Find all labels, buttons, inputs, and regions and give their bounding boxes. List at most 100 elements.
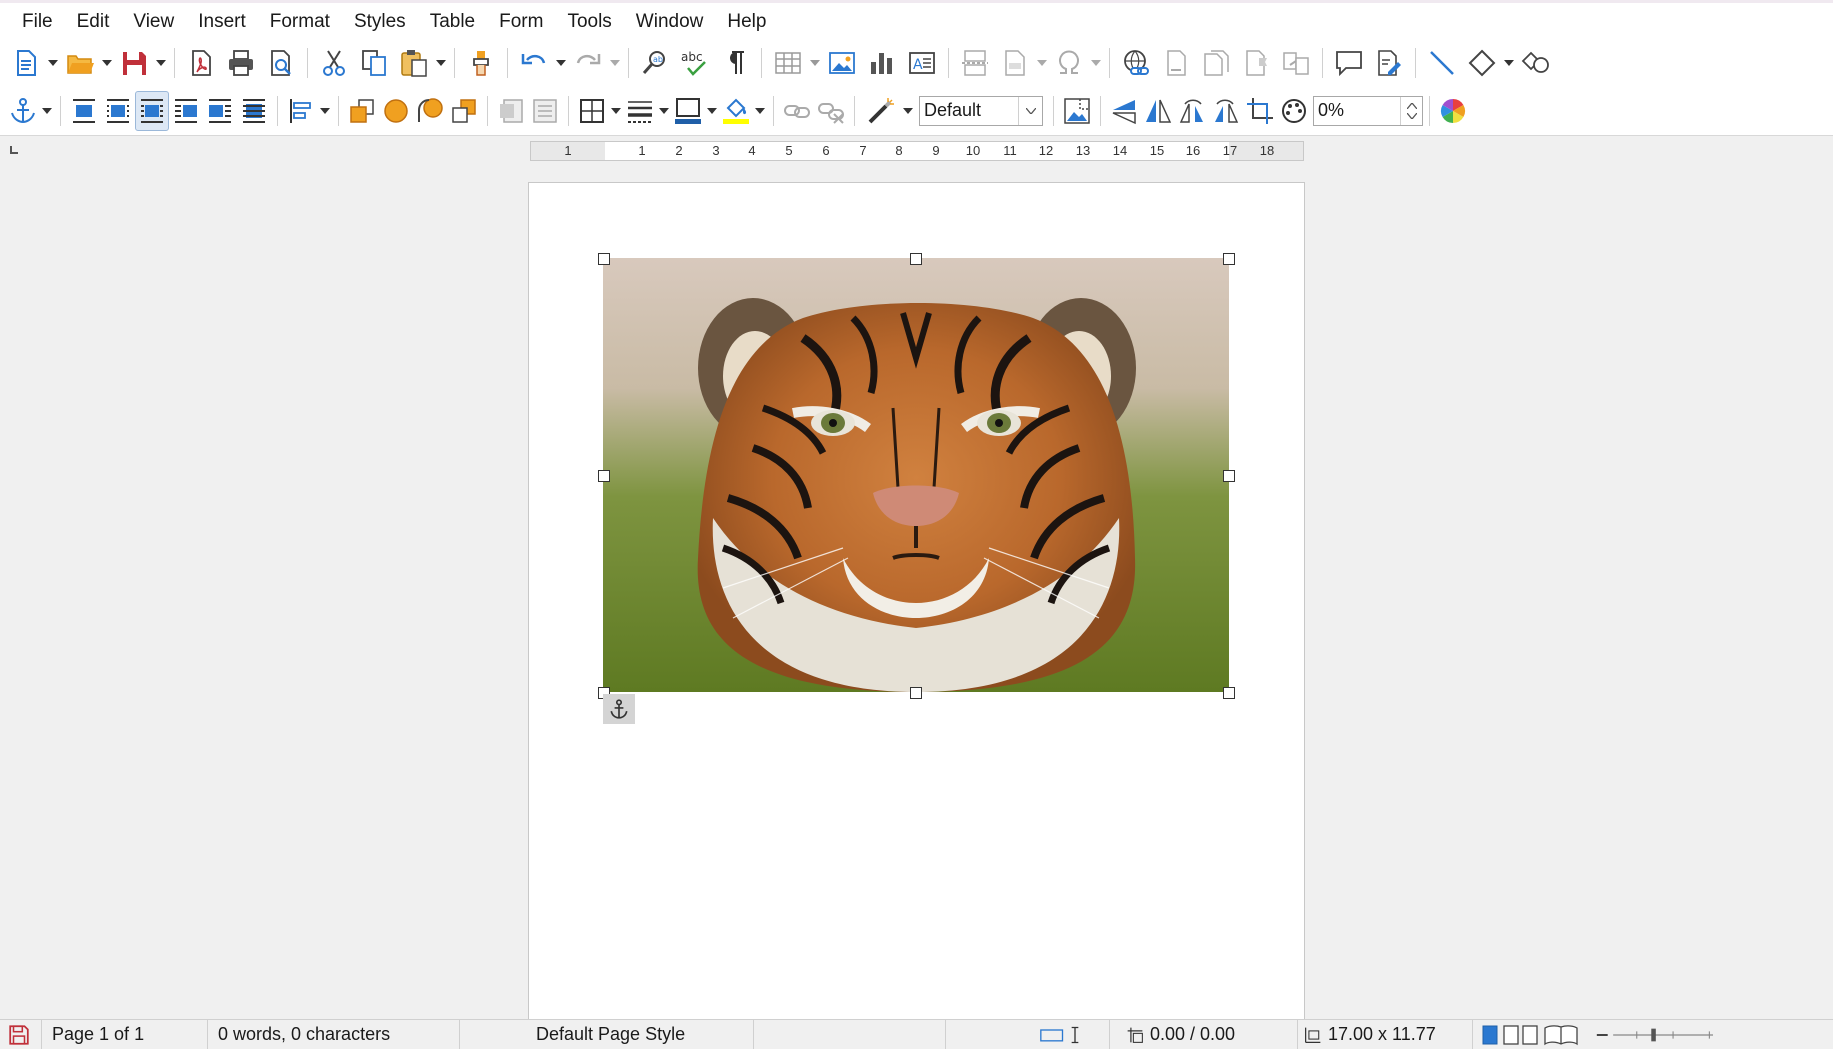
tab-stop-selector[interactable]	[10, 146, 18, 154]
rotate-right-button[interactable]	[1209, 91, 1243, 131]
border-style-dropdown[interactable]	[657, 91, 671, 131]
open-dropdown[interactable]	[100, 43, 114, 83]
page-indicator[interactable]: Page 1 of 1	[42, 1019, 208, 1049]
menu-form[interactable]: Form	[487, 4, 555, 40]
save-status[interactable]	[0, 1019, 42, 1049]
new-dropdown[interactable]	[46, 43, 60, 83]
paste-button[interactable]	[394, 43, 434, 83]
resize-handle-bottom[interactable]	[910, 687, 922, 699]
wrap-optimal-button[interactable]	[135, 90, 169, 131]
backward-one-button[interactable]	[413, 91, 447, 131]
hyperlink-button[interactable]	[1116, 43, 1156, 83]
combo-arrow[interactable]	[1018, 96, 1042, 125]
menu-styles[interactable]: Styles	[342, 4, 418, 40]
comment-button[interactable]	[1329, 43, 1369, 83]
insert-textbox-button[interactable]: A	[902, 43, 942, 83]
image-properties-button[interactable]	[1060, 91, 1094, 131]
image-filter-dropdown[interactable]	[901, 91, 915, 131]
inserted-image[interactable]	[603, 258, 1229, 692]
anchor-marker[interactable]	[603, 694, 635, 724]
selection-mode[interactable]	[946, 1019, 1110, 1049]
new-document-button[interactable]	[6, 43, 46, 83]
rotate-left-button[interactable]	[1175, 91, 1209, 131]
line-button[interactable]	[1422, 43, 1462, 83]
clone-formatting-button[interactable]	[461, 43, 501, 83]
border-color-button[interactable]	[671, 91, 705, 131]
image-filter-button[interactable]	[861, 91, 901, 131]
resize-handle-top-left[interactable]	[598, 253, 610, 265]
unlink-frames-button[interactable]	[814, 91, 848, 131]
bookmark-button[interactable]	[1236, 43, 1276, 83]
print-button[interactable]	[221, 43, 261, 83]
word-count[interactable]: 0 words, 0 characters	[208, 1019, 460, 1049]
borders-button[interactable]	[575, 91, 609, 131]
border-style-button[interactable]	[623, 91, 657, 131]
wrap-left-button[interactable]	[169, 91, 203, 131]
borders-dropdown[interactable]	[609, 91, 623, 131]
align-objects-dropdown[interactable]	[318, 91, 332, 131]
anchor-dropdown[interactable]	[40, 91, 54, 131]
page-style[interactable]: Default Page Style	[460, 1019, 754, 1049]
resize-handle-top-right[interactable]	[1223, 253, 1235, 265]
resize-handle-bottom-right[interactable]	[1223, 687, 1235, 699]
find-replace-button[interactable]: ab	[635, 43, 675, 83]
send-to-back-button[interactable]	[447, 91, 481, 131]
menu-insert[interactable]: Insert	[186, 4, 258, 40]
spelling-button[interactable]: abc	[675, 43, 715, 83]
track-changes-button[interactable]	[1369, 43, 1409, 83]
zoom-slider-track[interactable]	[1595, 1025, 1713, 1045]
draw-functions-button[interactable]	[1516, 43, 1556, 83]
cross-reference-button[interactable]	[1276, 43, 1316, 83]
basic-shapes-button[interactable]	[1462, 43, 1502, 83]
footnote-button[interactable]	[1156, 43, 1196, 83]
horizontal-ruler[interactable]: 1 1 2 3 4 5 6 7 8 9 10 11 12 13 14 15 16…	[530, 141, 1304, 161]
resize-handle-right[interactable]	[1223, 470, 1235, 482]
shapes-dropdown[interactable]	[1502, 43, 1516, 83]
field-dropdown[interactable]	[1035, 43, 1049, 83]
insert-image-button[interactable]	[822, 43, 862, 83]
resize-handle-top[interactable]	[910, 253, 922, 265]
endnote-button[interactable]	[1196, 43, 1236, 83]
insert-chart-button[interactable]	[862, 43, 902, 83]
cut-button[interactable]	[314, 43, 354, 83]
resize-handle-left[interactable]	[598, 470, 610, 482]
wrap-off-button[interactable]	[67, 91, 101, 131]
wrap-through-button[interactable]	[237, 91, 271, 131]
menu-edit[interactable]: Edit	[65, 4, 122, 40]
page-break-button[interactable]	[955, 43, 995, 83]
menu-window[interactable]: Window	[624, 4, 716, 40]
bring-to-front-button[interactable]	[345, 91, 379, 131]
field-button[interactable]	[995, 43, 1035, 83]
copy-button[interactable]	[354, 43, 394, 83]
align-objects-button[interactable]	[284, 91, 318, 131]
transparency-button[interactable]	[1277, 91, 1311, 131]
menu-format[interactable]: Format	[258, 4, 342, 40]
paste-dropdown[interactable]	[434, 43, 448, 83]
to-background-button[interactable]	[528, 91, 562, 131]
book-view-icon[interactable]	[1543, 1024, 1579, 1046]
wrap-right-button[interactable]	[203, 91, 237, 131]
undo-button[interactable]	[514, 43, 554, 83]
redo-dropdown[interactable]	[608, 43, 622, 83]
border-color-dropdown[interactable]	[705, 91, 719, 131]
image-mode-combo[interactable]: Default	[919, 95, 1043, 126]
link-frames-button[interactable]	[780, 91, 814, 131]
forward-one-button[interactable]	[379, 91, 413, 131]
area-fill-button[interactable]	[719, 91, 753, 131]
redo-button[interactable]	[568, 43, 608, 83]
transparency-spin[interactable]: 0%	[1313, 95, 1423, 126]
multi-page-view-icon[interactable]	[1503, 1024, 1539, 1046]
flip-horizontal-button[interactable]	[1141, 91, 1175, 131]
formatting-marks-button[interactable]	[715, 43, 755, 83]
crop-button[interactable]	[1243, 91, 1277, 131]
anchor-button[interactable]	[6, 91, 40, 131]
menu-file[interactable]: File	[10, 4, 65, 40]
undo-dropdown[interactable]	[554, 43, 568, 83]
chevron-down-icon[interactable]	[1406, 112, 1417, 119]
color-button[interactable]	[1436, 91, 1470, 131]
special-character-dropdown[interactable]	[1089, 43, 1103, 83]
export-pdf-button[interactable]	[181, 43, 221, 83]
flip-vertical-button[interactable]	[1107, 91, 1141, 131]
menu-table[interactable]: Table	[418, 4, 487, 40]
insert-table-button[interactable]	[768, 43, 808, 83]
